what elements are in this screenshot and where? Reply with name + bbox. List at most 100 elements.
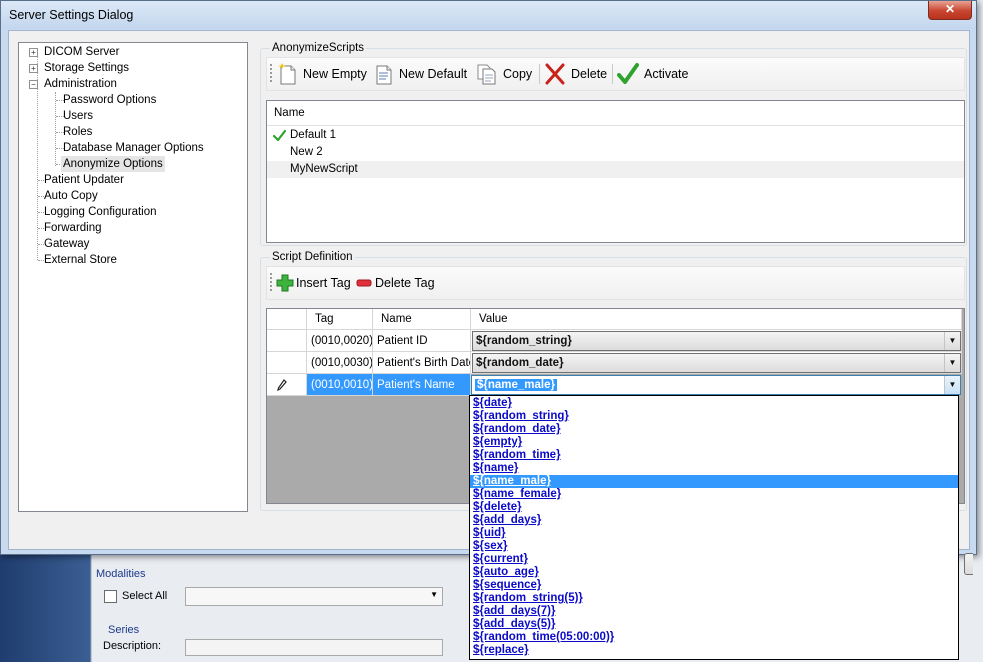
chevron-down-icon[interactable]: ▼	[944, 376, 960, 394]
title-bar: Server Settings Dialog ✕	[1, 1, 976, 29]
modalities-combo[interactable]: ▼	[185, 587, 443, 606]
tree-item-storage-settings[interactable]: Storage Settings	[44, 60, 129, 76]
select-all-checkbox[interactable]	[104, 590, 117, 603]
toolbar-grip	[270, 64, 272, 84]
tag-cell[interactable]: (0010,0010)	[307, 374, 373, 396]
row-header-editing[interactable]	[267, 374, 307, 396]
dropdown-option[interactable]: ${random_string}	[470, 410, 958, 423]
tree-item-administration[interactable]: Administration	[44, 76, 117, 92]
dropdown-option[interactable]: ${add_days(7)}	[470, 605, 958, 618]
dialog-title: Server Settings Dialog	[9, 8, 134, 22]
value-combo-editing[interactable]: ${name_male} ▼	[471, 375, 961, 395]
active-check-icon	[273, 130, 286, 141]
tree-item-gateway[interactable]: Gateway	[44, 236, 89, 252]
value-dropdown-list[interactable]: ${date} ${random_string} ${random_date} …	[469, 395, 959, 660]
column-header-value[interactable]: Value	[471, 309, 962, 330]
settings-tree[interactable]: + DICOM Server + Storage Settings − Admi…	[18, 42, 248, 512]
list-item[interactable]: New 2	[267, 144, 964, 161]
close-button[interactable]: ✕	[928, 1, 972, 20]
dropdown-option[interactable]: ${sex}	[470, 540, 958, 553]
dropdown-option[interactable]: ${name}	[470, 462, 958, 475]
anonymize-scripts-label: AnonymizeScripts	[270, 42, 367, 54]
scripts-list[interactable]: Name Default 1 New 2 MyNewScript	[266, 100, 965, 243]
row-header[interactable]	[267, 352, 307, 374]
description-label: Description:	[103, 640, 162, 652]
tag-cell[interactable]: (0010,0030)	[307, 352, 373, 374]
tree-item-anonymize-options[interactable]: Anonymize Options	[61, 156, 165, 172]
tree-item-password-options[interactable]: Password Options	[63, 92, 156, 108]
expand-icon[interactable]: +	[29, 48, 38, 57]
close-icon: ✕	[944, 2, 956, 16]
row-header[interactable]	[267, 330, 307, 352]
scripts-toolbar: New Empty New Default Copy Delete Activa…	[266, 57, 965, 91]
collapse-icon[interactable]: −	[29, 80, 38, 89]
activate-button[interactable]: Activate	[617, 62, 688, 86]
chevron-down-icon[interactable]: ▼	[944, 354, 960, 372]
name-cell[interactable]: Patient's Birth Date	[373, 352, 471, 374]
new-empty-button[interactable]: New Empty	[278, 62, 367, 86]
copy-button[interactable]: Copy	[476, 62, 532, 86]
dropdown-option[interactable]: ${empty}	[470, 436, 958, 449]
dropdown-option[interactable]: ${replace}	[470, 644, 958, 657]
script-definition-label: Script Definition	[270, 251, 355, 263]
script-name: MyNewScript	[290, 163, 358, 175]
insert-tag-button[interactable]: Insert Tag	[276, 271, 351, 295]
value-combo[interactable]: ${random_date} ▼	[472, 353, 961, 373]
minus-icon	[356, 279, 372, 287]
column-header-name[interactable]: Name	[373, 309, 471, 330]
dropdown-option[interactable]: ${date}	[470, 397, 958, 410]
dialog-button-partial[interactable]	[964, 553, 973, 575]
column-header-name[interactable]: Name	[267, 101, 964, 126]
list-item[interactable]: Default 1	[267, 127, 964, 144]
pencil-icon	[277, 379, 287, 391]
dropdown-option[interactable]: ${sequence}	[470, 579, 958, 592]
definition-toolbar: Insert Tag Delete Tag	[266, 266, 965, 300]
value-combo[interactable]: ${random_string} ▼	[472, 331, 961, 351]
activate-label: Activate	[644, 67, 689, 81]
value-text: ${name_male}	[475, 379, 557, 391]
dropdown-option[interactable]: ${random_time}	[470, 449, 958, 462]
dropdown-option-selected[interactable]: ${name_male}	[470, 475, 958, 488]
list-item[interactable]: MyNewScript	[267, 161, 964, 178]
delete-tag-button[interactable]: Delete Tag	[356, 271, 435, 295]
dropdown-option[interactable]: ${name_female}	[470, 488, 958, 501]
description-field[interactable]	[185, 639, 443, 656]
tag-cell[interactable]: (0010,0020)	[307, 330, 373, 352]
tree-item-auto-copy[interactable]: Auto Copy	[44, 188, 98, 204]
dropdown-option[interactable]: ${add_days}	[470, 514, 958, 527]
tree-item-forwarding[interactable]: Forwarding	[44, 220, 102, 236]
tree-item-dicom-server[interactable]: DICOM Server	[44, 44, 119, 60]
dropdown-option[interactable]: ${auto_age}	[470, 566, 958, 579]
series-group-label: Series	[108, 624, 140, 636]
name-cell[interactable]: Patient's Name	[373, 374, 471, 396]
tree-item-logging-configuration[interactable]: Logging Configuration	[44, 204, 157, 220]
new-default-label: New Default	[399, 67, 468, 81]
dropdown-option[interactable]: ${random_date}	[470, 423, 958, 436]
tree-connector	[55, 92, 56, 166]
delete-button[interactable]: Delete	[544, 62, 607, 86]
tree-item-roles[interactable]: Roles	[63, 124, 92, 140]
name-cell[interactable]: Patient ID	[373, 330, 471, 352]
value-text: ${random_string}	[476, 335, 572, 347]
select-all-label: Select All	[122, 590, 168, 602]
dropdown-option[interactable]: ${add_days(5)}	[470, 618, 958, 631]
default-document-icon	[376, 65, 392, 85]
dropdown-option[interactable]: ${delete}	[470, 501, 958, 514]
dropdown-option[interactable]: ${uid}	[470, 527, 958, 540]
chevron-down-icon[interactable]: ▼	[944, 332, 960, 350]
tree-item-database-manager-options[interactable]: Database Manager Options	[63, 140, 204, 156]
tree-item-patient-updater[interactable]: Patient Updater	[44, 172, 124, 188]
column-header-tag[interactable]: Tag	[307, 309, 373, 330]
dropdown-option[interactable]: ${random_time(05:00:00)}	[470, 631, 958, 644]
tree-item-users[interactable]: Users	[63, 108, 93, 124]
insert-tag-label: Insert Tag	[296, 276, 351, 290]
delete-x-icon	[545, 63, 565, 85]
dropdown-option[interactable]: ${current}	[470, 553, 958, 566]
dropdown-option[interactable]: ${random_string(5)}	[470, 592, 958, 605]
delete-tag-label: Delete Tag	[375, 276, 435, 290]
modalities-group-label: Modalities	[96, 568, 146, 580]
chevron-down-icon: ▼	[430, 590, 438, 599]
tree-item-external-store[interactable]: External Store	[44, 252, 117, 268]
expand-icon[interactable]: +	[29, 64, 38, 73]
new-default-button[interactable]: New Default	[374, 62, 467, 86]
